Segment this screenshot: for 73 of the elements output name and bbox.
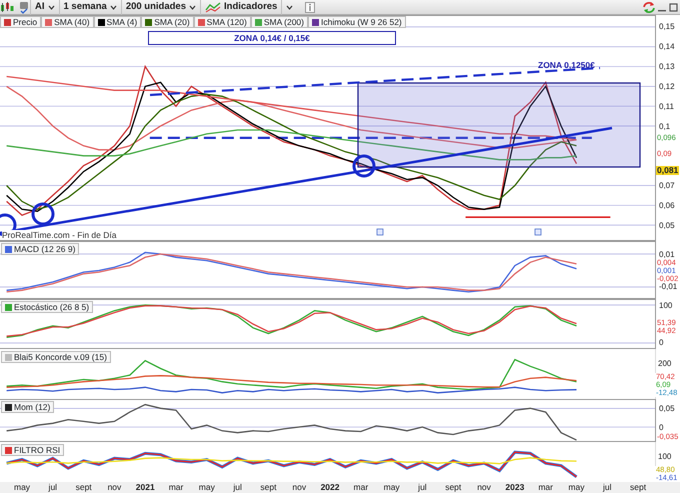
time-label: nov <box>477 482 491 493</box>
line-chart-icon <box>205 1 222 13</box>
zone-label: ZONA 0,14€ / 0,15€ <box>148 31 396 45</box>
time-label: may <box>198 482 215 493</box>
time-label: 2021 <box>136 482 155 493</box>
candlestick-icon <box>0 1 14 13</box>
legend-item[interactable]: SMA (20) <box>141 16 194 28</box>
axis-tick-label: 100 <box>659 300 672 310</box>
period-dropdown[interactable]: 1 semana <box>58 0 121 14</box>
units-dropdown[interactable]: 200 unidades <box>120 0 200 14</box>
legend-item[interactable]: Ichimoku (W 9 26 52) <box>308 16 406 28</box>
time-label: may <box>568 482 584 493</box>
axis-tick-label: 0 <box>659 422 664 432</box>
info-icon <box>305 2 316 12</box>
minimize-icon <box>658 10 666 12</box>
legend-item[interactable]: SMA (4) <box>94 16 142 28</box>
axis-tick-label: 0,05 <box>659 404 675 413</box>
axis-tick-label: 0,15 <box>659 22 675 32</box>
indicators-button[interactable]: Indicadores <box>200 0 282 14</box>
legend-item[interactable]: SMA (40) <box>41 16 94 28</box>
axis-tick-label: 0 <box>659 338 664 348</box>
axis-tick-label: 0,11 <box>659 102 674 111</box>
time-label: mar <box>538 482 553 493</box>
source-label: ProRealTime.com - Fin de Día <box>2 230 116 240</box>
time-label: jul <box>48 482 58 493</box>
value-tag: 0,081 <box>656 166 680 175</box>
refresh-icon <box>642 0 656 14</box>
axis-tick-label: 0,07 <box>659 180 675 190</box>
axis-tick-label: 0,06 <box>659 200 675 210</box>
indicator-label[interactable]: Blai5 Koncorde v.09 (15) <box>1 351 111 363</box>
axis-tick-label: 0,14 <box>659 42 675 52</box>
caret-icon <box>286 4 294 10</box>
time-label: sept <box>260 482 276 493</box>
time-label: jul <box>603 482 612 493</box>
time-label: 2023 <box>505 482 524 493</box>
maximize-icon <box>668 2 678 12</box>
event-icon <box>376 228 384 236</box>
time-label: 2022 <box>320 482 340 493</box>
time-label: mar <box>168 482 184 493</box>
zone-label: ZONA 0,1250€ <box>538 60 595 70</box>
time-label: may <box>14 482 30 493</box>
axis-tick-label: 0,13 <box>659 62 675 72</box>
time-label: sept <box>76 482 92 493</box>
time-label: jul <box>418 482 427 493</box>
scale-label: 200 <box>658 359 672 368</box>
indicator-label[interactable]: Mom (12) <box>1 401 54 413</box>
time-label: jul <box>233 482 242 493</box>
axis-tick-label: -0,01 <box>659 282 678 292</box>
time-label: mar <box>354 482 368 493</box>
caret-icon <box>189 4 196 10</box>
caret-icon <box>48 4 54 10</box>
time-label: nov <box>108 482 122 493</box>
legend-item[interactable]: SMA (200) <box>250 16 308 28</box>
instrument-dropdown[interactable]: AI <box>30 0 58 14</box>
caret-icon <box>110 4 117 10</box>
indicator-label[interactable]: Estocástico (26 8 5) <box>1 301 94 313</box>
event-icon <box>534 228 542 236</box>
indicator-label[interactable]: MACD (12 26 9) <box>1 243 80 255</box>
legend-item[interactable]: Precio <box>0 16 42 28</box>
axis-tick-label: 0,12 <box>659 82 675 91</box>
indicator-label[interactable]: FILTRO RSI <box>1 444 64 456</box>
scale-label: 100 <box>658 452 672 461</box>
circle-marker <box>32 202 54 226</box>
legend-item[interactable]: SMA (120) <box>194 16 251 28</box>
axis-tick-label: 0,05 <box>659 220 675 230</box>
maximize-button[interactable] <box>668 2 678 12</box>
circle-marker <box>352 154 376 178</box>
axis-tick-label: 0,1 <box>659 122 670 131</box>
time-label: may <box>384 482 400 493</box>
time-label: sept <box>630 482 646 493</box>
time-label: nov <box>292 482 306 493</box>
axis-tick-label: 0,01 <box>659 250 675 259</box>
time-label: sept <box>445 482 462 493</box>
